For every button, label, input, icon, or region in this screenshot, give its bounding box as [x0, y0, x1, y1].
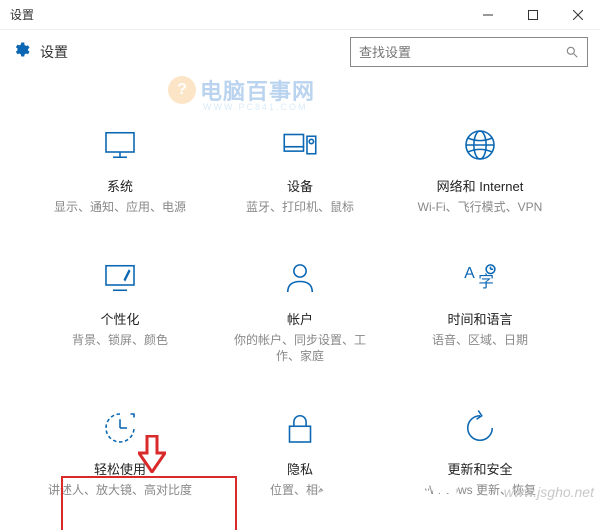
tile-devices[interactable]: 设备 蓝牙、打印机、鼠标	[210, 124, 390, 215]
overlay-logo: 技术员联盟	[320, 473, 460, 510]
maximize-icon	[528, 10, 538, 20]
tile-accounts[interactable]: 帐户 你的帐户、同步设置、工作、家庭	[210, 257, 390, 364]
tile-time-language[interactable]: A字 时间和语言 语音、区域、日期	[390, 257, 570, 364]
settings-grid: 系统 显示、通知、应用、电源 设备 蓝牙、打印机、鼠标 网络和 Internet…	[0, 74, 600, 498]
watermark-icon: ?	[168, 76, 196, 104]
display-icon	[99, 124, 141, 166]
header: 设置	[0, 30, 600, 74]
tile-desc: 语音、区域、日期	[432, 332, 528, 348]
tile-title: 隐私	[287, 459, 313, 478]
maximize-button[interactable]	[510, 0, 555, 30]
globe-icon	[459, 124, 501, 166]
tile-desc: 讲述人、放大镜、高对比度	[48, 482, 192, 498]
content: ? 电脑百事网 WWW.PC841.COM 系统 显示、通知、应用、电源 设备 …	[0, 74, 600, 530]
ease-of-access-icon	[99, 407, 141, 449]
tile-desc: 背景、锁屏、颜色	[72, 332, 168, 348]
svg-text:A: A	[464, 265, 475, 282]
tile-title: 帐户	[287, 309, 313, 328]
app-title: 设置	[40, 42, 68, 62]
tile-title: 时间和语言	[447, 309, 512, 328]
lock-icon	[279, 407, 321, 449]
time-language-icon: A字	[459, 257, 501, 299]
tile-system[interactable]: 系统 显示、通知、应用、电源	[30, 124, 210, 215]
tile-desc: 你的帐户、同步设置、工作、家庭	[225, 332, 375, 364]
window-buttons	[465, 0, 600, 30]
tile-title: 设备	[287, 176, 313, 195]
settings-window: 设置 设置 ? 电脑百事网 WWW.PC841.COM	[0, 0, 600, 530]
tile-personalization[interactable]: 个性化 背景、锁屏、颜色	[30, 257, 210, 364]
close-icon	[573, 10, 583, 20]
search-box[interactable]	[350, 37, 588, 67]
search-input[interactable]	[359, 45, 565, 60]
annotation-arrow-icon	[138, 435, 166, 473]
overlay-url: www.jsgho.net	[504, 484, 594, 500]
tile-desc: Wi-Fi、飞行模式、VPN	[418, 199, 543, 215]
gear-icon[interactable]	[12, 41, 30, 64]
update-icon	[459, 407, 501, 449]
tile-desc: 显示、通知、应用、电源	[54, 199, 186, 215]
close-button[interactable]	[555, 0, 600, 30]
tile-desc: 蓝牙、打印机、鼠标	[246, 199, 354, 215]
tile-title: 网络和 Internet	[437, 176, 524, 195]
personalization-icon	[99, 257, 141, 299]
devices-icon	[279, 124, 321, 166]
minimize-icon	[483, 10, 493, 20]
window-title: 设置	[0, 6, 34, 23]
tile-network[interactable]: 网络和 Internet Wi-Fi、飞行模式、VPN	[390, 124, 570, 215]
search-icon	[565, 45, 579, 59]
tile-ease-of-access[interactable]: 轻松使用 讲述人、放大镜、高对比度	[30, 407, 210, 498]
minimize-button[interactable]	[465, 0, 510, 30]
titlebar: 设置	[0, 0, 600, 30]
person-icon	[279, 257, 321, 299]
watermark-sub: WWW.PC841.COM	[203, 102, 308, 112]
tile-title: 系统	[107, 176, 133, 195]
tile-title: 个性化	[100, 309, 139, 328]
watermark: ? 电脑百事网 WWW.PC841.COM	[168, 74, 315, 106]
svg-text:字: 字	[478, 273, 494, 291]
